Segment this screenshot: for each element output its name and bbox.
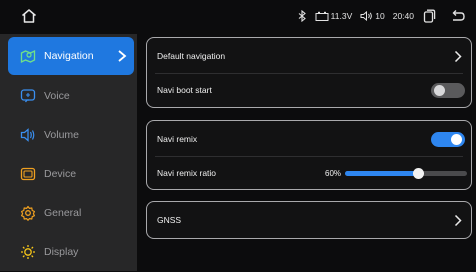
navigation-settings-card: Default navigation Navi boot start xyxy=(146,37,472,108)
status-bar: 11.3V 10 20:40 xyxy=(0,0,476,32)
navi-boot-start-label: Navi boot start xyxy=(157,85,212,95)
navi-remix-ratio-row: Navi remix ratio 60% xyxy=(147,156,471,190)
navi-remix-label: Navi remix xyxy=(157,134,198,144)
gnss-card: GNSS xyxy=(146,201,472,239)
default-navigation-label: Default navigation xyxy=(157,51,226,61)
sidebar-item-label: Volume xyxy=(44,129,80,141)
slider-thumb[interactable] xyxy=(413,168,425,179)
voice-icon xyxy=(20,88,36,104)
volume-icon xyxy=(20,127,36,143)
sidebar-item-navigation[interactable]: Navigation xyxy=(8,37,134,75)
navi-remix-toggle[interactable] xyxy=(431,132,465,147)
navi-boot-start-toggle[interactable] xyxy=(431,83,465,98)
gnss-row[interactable]: GNSS xyxy=(147,203,471,237)
battery-voltage: 11.3V xyxy=(315,11,353,21)
back-icon[interactable] xyxy=(450,9,466,23)
sidebar-item-label: Device xyxy=(44,168,77,180)
sidebar-item-label: Navigation xyxy=(44,50,94,62)
gear-icon xyxy=(20,205,36,221)
gnss-label: GNSS xyxy=(157,215,182,225)
sidebar-item-voice[interactable]: Voice xyxy=(0,76,137,116)
navi-remix-ratio-value: 60% xyxy=(325,168,342,178)
clock-time: 20:40 xyxy=(392,11,414,21)
sidebar-item-general[interactable]: General xyxy=(0,193,137,233)
settings-sidebar: Navigation Voice Volume Device General D… xyxy=(0,34,137,271)
navi-remix-ratio-label: Navi remix ratio xyxy=(157,168,217,178)
brightness-icon xyxy=(20,244,36,260)
speaker-icon xyxy=(360,11,373,21)
device-icon xyxy=(20,166,36,182)
navi-remix-row: Navi remix xyxy=(147,122,471,156)
chevron-right-icon xyxy=(454,50,462,63)
navi-remix-ratio-slider[interactable] xyxy=(345,168,467,179)
toggle-knob xyxy=(434,85,445,96)
navigation-icon xyxy=(20,48,36,64)
slider-fill xyxy=(345,171,419,176)
volume-text: 10 xyxy=(375,11,385,21)
sidebar-item-volume[interactable]: Volume xyxy=(0,115,137,155)
navi-boot-start-row: Navi boot start xyxy=(147,73,471,107)
navi-remix-card: Navi remix Navi remix ratio 60% xyxy=(146,120,472,190)
chevron-right-icon xyxy=(116,49,128,63)
sidebar-item-label: Voice xyxy=(44,90,70,102)
toggle-knob xyxy=(451,134,462,145)
status-indicators: 11.3V 10 20:40 xyxy=(297,0,466,32)
sidebar-item-display[interactable]: Display xyxy=(0,232,137,272)
bluetooth-icon xyxy=(297,10,307,22)
sidebar-item-label: General xyxy=(44,207,82,219)
recent-apps-icon[interactable] xyxy=(422,9,436,23)
chevron-right-icon xyxy=(454,214,462,227)
volume-level: 10 xyxy=(360,11,385,21)
voltage-text: 11.3V xyxy=(330,11,353,21)
sidebar-item-label: Display xyxy=(44,246,79,258)
sidebar-item-device[interactable]: Device xyxy=(0,154,137,194)
home-icon[interactable] xyxy=(20,7,38,25)
battery-icon xyxy=(315,11,329,21)
default-navigation-row[interactable]: Default navigation xyxy=(147,39,471,73)
